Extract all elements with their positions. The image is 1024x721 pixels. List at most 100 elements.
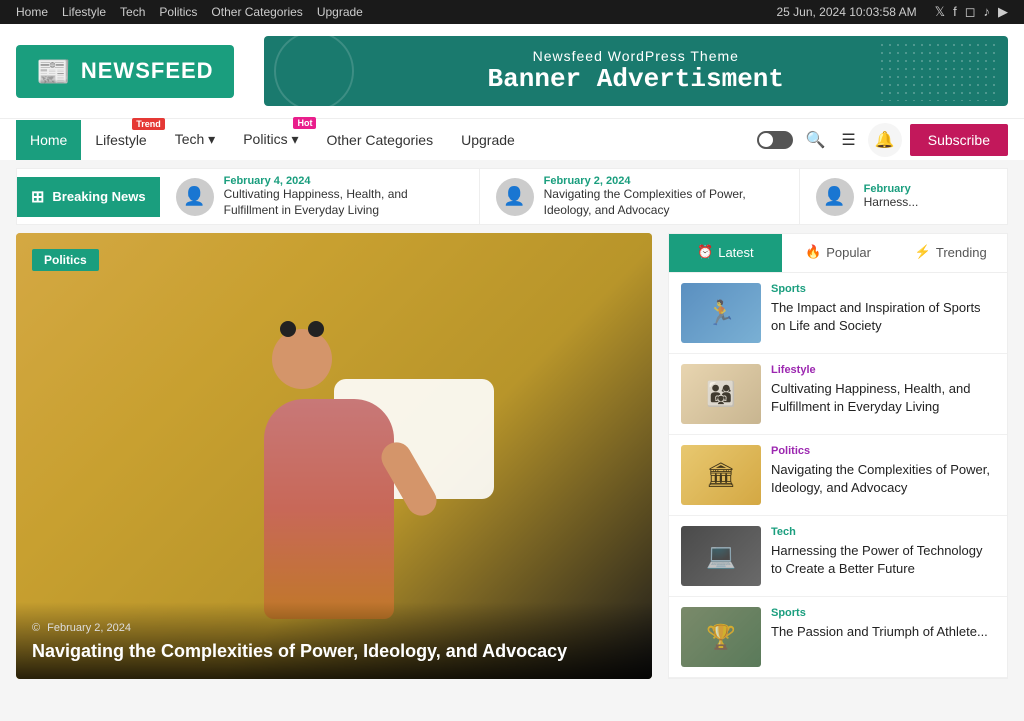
featured-title: Navigating the Complexities of Power, Id… bbox=[32, 640, 636, 663]
article-meta-4: Sports The Passion and Triumph of Athlet… bbox=[771, 607, 995, 667]
breaking-text-1: February 4, 2024 Cultivating Happiness, … bbox=[224, 175, 463, 218]
nav-right-controls: 🔍 ☰ 🔔 Subscribe bbox=[757, 123, 1008, 157]
article-meta-3: Tech Harnessing the Power of Technology … bbox=[771, 526, 995, 586]
ad-banner-content: Newsfeed WordPress Theme Banner Advertis… bbox=[488, 48, 784, 94]
top-nav-home[interactable]: Home bbox=[16, 5, 48, 19]
breaking-date-1: February 4, 2024 bbox=[224, 175, 463, 187]
top-bar-right: 25 Jun, 2024 10:03:58 AM 𝕏 f ◻ ♪ ▶ bbox=[776, 4, 1008, 20]
breaking-date-3: February bbox=[864, 183, 1007, 195]
tab-popular-label: Popular bbox=[826, 245, 871, 260]
person-head bbox=[272, 329, 332, 389]
top-bar: Home Lifestyle Tech Politics Other Categ… bbox=[0, 0, 1024, 24]
featured-post[interactable]: Politics bbox=[16, 233, 652, 679]
tab-trending[interactable]: ⚡ Trending bbox=[894, 234, 1007, 272]
nav-other[interactable]: Other Categories bbox=[312, 120, 447, 160]
breaking-item-3[interactable]: 👤 February Harness... bbox=[800, 169, 1007, 224]
grid-icon: ⊞ bbox=[31, 187, 44, 207]
featured-category: Politics bbox=[32, 249, 99, 271]
featured-date: © February 2, 2024 bbox=[32, 622, 636, 634]
article-meta-2: Politics Navigating the Complexities of … bbox=[771, 445, 995, 505]
featured-person-illustration bbox=[204, 299, 464, 619]
datetime: 25 Jun, 2024 10:03:58 AM bbox=[776, 5, 916, 19]
breaking-news-label: ⊞ Breaking News bbox=[17, 177, 160, 217]
thumb-icon-1: 👨‍👩‍👧 bbox=[681, 364, 761, 424]
logo-icon: 📰 bbox=[36, 55, 71, 88]
search-button[interactable]: 🔍 bbox=[801, 126, 829, 154]
breaking-item-2[interactable]: 👤 February 2, 2024 Navigating the Comple… bbox=[480, 169, 800, 224]
thumb-icon-3: 💻 bbox=[681, 526, 761, 586]
dark-mode-toggle[interactable] bbox=[757, 131, 793, 149]
featured-image: Politics bbox=[16, 233, 652, 679]
menu-button[interactable]: ☰ bbox=[837, 126, 859, 154]
breaking-title-2: Navigating the Complexities of Power, Id… bbox=[544, 187, 783, 218]
ad-banner-subtitle: Banner Advertisment bbox=[488, 64, 784, 94]
top-nav-other[interactable]: Other Categories bbox=[211, 5, 302, 19]
sidebar-article-1[interactable]: 👨‍👩‍👧 Lifestyle Cultivating Happiness, H… bbox=[669, 354, 1007, 435]
article-title-2: Navigating the Complexities of Power, Id… bbox=[771, 461, 995, 497]
toggle-dot bbox=[759, 133, 773, 147]
article-thumb-0: 🏃 bbox=[681, 283, 761, 343]
fire-icon: 🔥 bbox=[805, 244, 821, 260]
lightning-icon: ⚡ bbox=[915, 244, 931, 260]
main-nav: Home Lifestyle Trend Tech ▾ Politics ▾ H… bbox=[0, 118, 1024, 160]
breaking-news-text: Breaking News bbox=[52, 189, 145, 204]
nav-politics[interactable]: Politics ▾ Hot bbox=[229, 119, 312, 160]
article-category-4: Sports bbox=[771, 607, 995, 619]
thumb-icon-4: 🏆 bbox=[681, 607, 761, 667]
article-title-1: Cultivating Happiness, Health, and Fulfi… bbox=[771, 380, 995, 416]
ad-banner[interactable]: Newsfeed WordPress Theme Banner Advertis… bbox=[264, 36, 1008, 106]
breaking-title-1: Cultivating Happiness, Health, and Fulfi… bbox=[224, 187, 463, 218]
article-category-2: Politics bbox=[771, 445, 995, 457]
breaking-avatar-3: 👤 bbox=[816, 178, 854, 216]
breaking-item-1[interactable]: 👤 February 4, 2024 Cultivating Happiness… bbox=[160, 169, 480, 224]
sidebar-article-4[interactable]: 🏆 Sports The Passion and Triumph of Athl… bbox=[669, 597, 1007, 678]
tab-latest[interactable]: ⏰ Latest bbox=[669, 234, 782, 272]
article-meta-1: Lifestyle Cultivating Happiness, Health,… bbox=[771, 364, 995, 424]
nav-home[interactable]: Home bbox=[16, 120, 81, 160]
tab-trending-label: Trending bbox=[936, 245, 987, 260]
breaking-text-3: February Harness... bbox=[864, 183, 1007, 211]
breaking-title-3: Harness... bbox=[864, 195, 1007, 211]
breaking-news-items: 👤 February 4, 2024 Cultivating Happiness… bbox=[160, 169, 1007, 224]
article-thumb-4: 🏆 bbox=[681, 607, 761, 667]
featured-overlay: © February 2, 2024 Navigating the Comple… bbox=[16, 602, 652, 679]
clock-icon: ⏰ bbox=[697, 244, 713, 260]
article-category-3: Tech bbox=[771, 526, 995, 538]
top-nav-tech[interactable]: Tech bbox=[120, 5, 145, 19]
nav-lifestyle[interactable]: Lifestyle Trend bbox=[81, 120, 160, 160]
tab-latest-label: Latest bbox=[718, 245, 753, 260]
logo-text: NEWSFEED bbox=[81, 58, 214, 84]
sidebar: ⏰ Latest 🔥 Popular ⚡ Trending 🏃 Sports T… bbox=[668, 233, 1008, 679]
top-nav-politics[interactable]: Politics bbox=[159, 5, 197, 19]
facebook-icon[interactable]: f bbox=[953, 4, 957, 20]
article-title-3: Harnessing the Power of Technology to Cr… bbox=[771, 542, 995, 578]
sidebar-articles: 🏃 Sports The Impact and Inspiration of S… bbox=[668, 273, 1008, 679]
content-area: Politics bbox=[16, 233, 1008, 679]
article-category-0: Sports bbox=[771, 283, 995, 295]
nav-items: Home Lifestyle Trend Tech ▾ Politics ▾ H… bbox=[16, 119, 529, 160]
youtube-icon[interactable]: ▶ bbox=[998, 4, 1008, 20]
sidebar-article-3[interactable]: 💻 Tech Harnessing the Power of Technolog… bbox=[669, 516, 1007, 597]
notification-button[interactable]: 🔔 bbox=[868, 123, 902, 157]
breaking-avatar-2: 👤 bbox=[496, 178, 534, 216]
sidebar-article-2[interactable]: 🏛 Politics Navigating the Complexities o… bbox=[669, 435, 1007, 516]
top-nav-links: Home Lifestyle Tech Politics Other Categ… bbox=[16, 5, 363, 19]
thumb-icon-2: 🏛 bbox=[681, 445, 761, 505]
top-nav-upgrade[interactable]: Upgrade bbox=[317, 5, 363, 19]
subscribe-button[interactable]: Subscribe bbox=[910, 124, 1008, 156]
breaking-news-bar: ⊞ Breaking News 👤 February 4, 2024 Culti… bbox=[16, 168, 1008, 225]
top-nav-lifestyle[interactable]: Lifestyle bbox=[62, 5, 106, 19]
article-title-4: The Passion and Triumph of Athlete... bbox=[771, 623, 995, 641]
article-meta-0: Sports The Impact and Inspiration of Spo… bbox=[771, 283, 995, 343]
article-thumb-1: 👨‍👩‍👧 bbox=[681, 364, 761, 424]
breaking-text-2: February 2, 2024 Navigating the Complexi… bbox=[544, 175, 783, 218]
instagram-icon[interactable]: ◻ bbox=[965, 4, 976, 20]
tiktok-icon[interactable]: ♪ bbox=[984, 4, 991, 20]
sidebar-article-0[interactable]: 🏃 Sports The Impact and Inspiration of S… bbox=[669, 273, 1007, 354]
twitter-icon[interactable]: 𝕏 bbox=[935, 4, 945, 20]
nav-upgrade[interactable]: Upgrade bbox=[447, 120, 529, 160]
tab-popular[interactable]: 🔥 Popular bbox=[782, 234, 895, 272]
site-logo[interactable]: 📰 NEWSFEED bbox=[16, 45, 234, 98]
nav-tech[interactable]: Tech ▾ bbox=[161, 119, 230, 160]
article-title-0: The Impact and Inspiration of Sports on … bbox=[771, 299, 995, 335]
